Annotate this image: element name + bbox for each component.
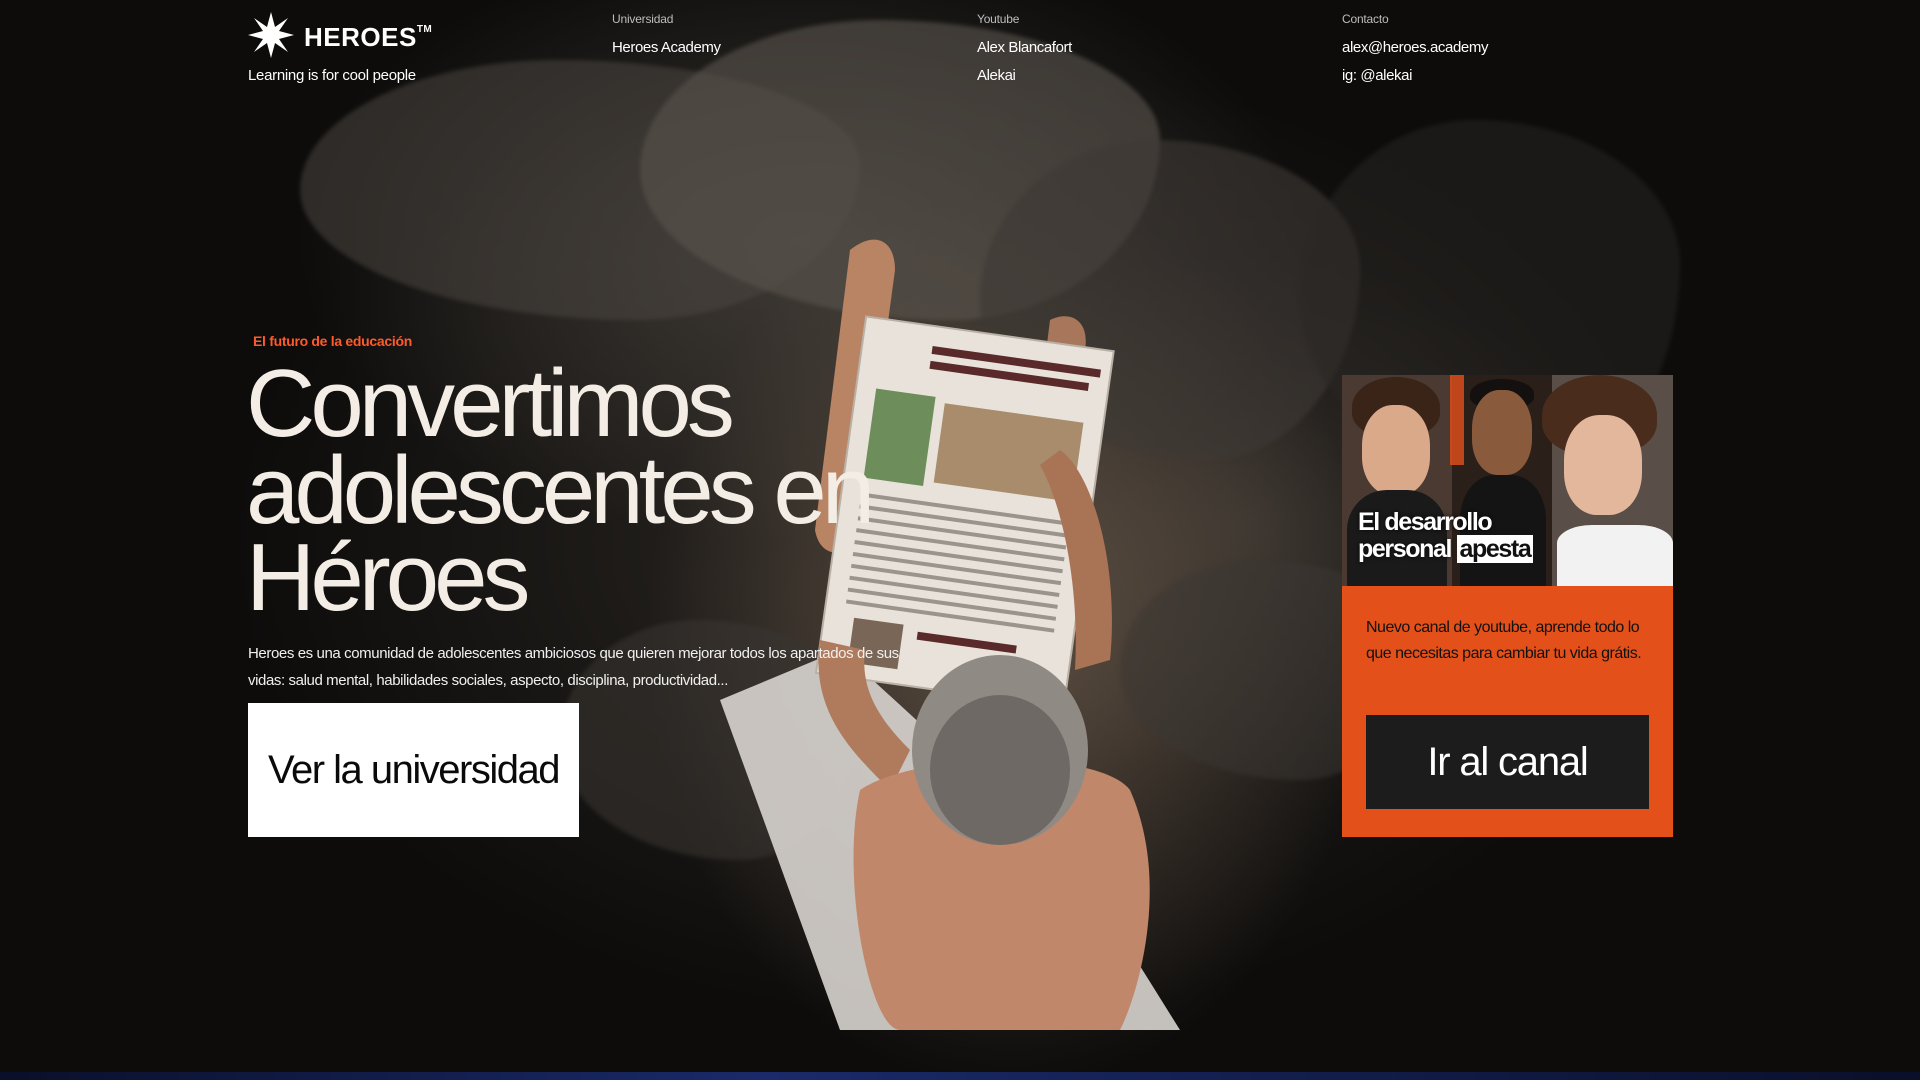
header-column-contacto: Contacto alex@heroes.academy ig: @alekai: [1342, 12, 1488, 90]
header-column-youtube: Youtube Alex Blancafort Alekai: [977, 12, 1072, 90]
column-title: Universidad: [612, 12, 674, 26]
man-reading-newspaper-illustration: [720, 239, 1180, 1030]
link-heroes-academy[interactable]: Heroes Academy: [612, 34, 721, 62]
starburst-icon: [248, 12, 294, 63]
thumbnail-title: El desarrollo personal apesta: [1358, 509, 1534, 563]
hero-eyebrow: El futuro de la educación: [253, 333, 412, 349]
link-alex-blancafort[interactable]: Alex Blancafort: [977, 34, 1072, 62]
brand-logo[interactable]: HEROESTM: [248, 12, 432, 63]
video-thumbnail[interactable]: El desarrollo personal apesta: [1342, 375, 1673, 586]
column-title: Contacto: [1342, 12, 1389, 26]
link-alekai[interactable]: Alekai: [977, 62, 1072, 90]
link-email[interactable]: alex@heroes.academy: [1342, 34, 1488, 62]
hero-description: Heroes es una comunidad de adolescentes …: [248, 645, 899, 689]
header-column-universidad: Universidad Heroes Academy: [612, 12, 721, 62]
link-instagram[interactable]: ig: @alekai: [1342, 62, 1488, 90]
brand-name: HEROESTM: [304, 22, 433, 52]
brand-tagline: Learning is for cool people: [248, 67, 416, 84]
ver-universidad-button[interactable]: Ver la universidad: [248, 703, 579, 837]
ir-al-canal-button[interactable]: Ir al canal: [1366, 715, 1649, 809]
thumbnail-highlight: apesta: [1456, 535, 1534, 563]
youtube-channel-card: El desarrollo personal apesta Nuevo cana…: [1342, 375, 1673, 837]
column-title: Youtube: [977, 12, 1020, 26]
hero-headline: Convertimos adolescentes en Héroes: [246, 350, 875, 631]
card-description: Nuevo canal de youtube, aprende todo lo …: [1366, 619, 1642, 662]
bottom-edge-bar: [0, 1072, 1920, 1080]
